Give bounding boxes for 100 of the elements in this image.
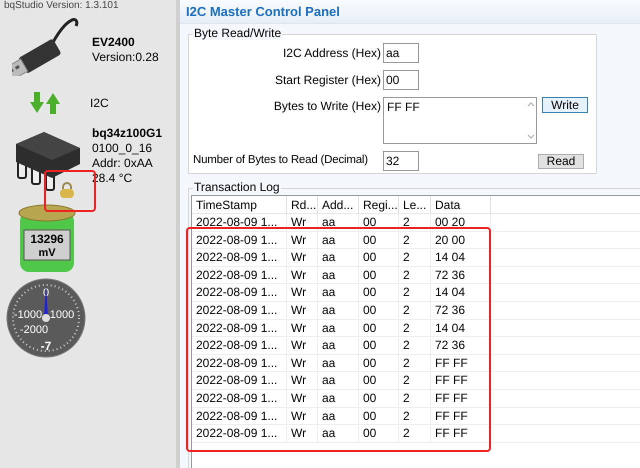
table-cell: 2022-08-09 1... — [192, 266, 287, 284]
table-cell: aa — [318, 372, 359, 389]
table-cell: 2 — [399, 320, 431, 336]
table-cell: 2 — [399, 354, 431, 372]
column-header[interactable]: Data — [431, 196, 491, 213]
table-cell: 72 36 — [431, 266, 491, 284]
table-cell: 2 — [399, 249, 431, 266]
table-cell: aa — [318, 425, 359, 442]
table-cell: 2 — [399, 372, 431, 389]
table-cell: 2022-08-09 1... — [192, 390, 287, 407]
table-cell: aa — [318, 284, 359, 301]
table-cell: 00 — [359, 284, 399, 301]
column-header[interactable]: Rd... — [287, 196, 318, 213]
table-cell: aa — [318, 249, 359, 266]
table-cell: FF FF — [431, 372, 491, 389]
table-cell: aa — [318, 232, 359, 248]
table-cell: Wr — [287, 425, 318, 442]
text-field[interactable]: aa — [383, 43, 419, 63]
table-cell: 2 — [399, 408, 431, 424]
group-title: Transaction Log — [193, 180, 281, 194]
adapter-version: Version:0.28 — [92, 50, 159, 65]
table-cell: 2022-08-09 1... — [192, 337, 287, 354]
table-cell: 00 — [359, 408, 399, 424]
table-cell: 72 36 — [431, 302, 491, 319]
table-cell: FF FF — [431, 390, 491, 407]
table-cell: Wr — [287, 232, 318, 248]
table-cell: 2022-08-09 1... — [192, 232, 287, 248]
table-cell: aa — [318, 337, 359, 354]
table-cell: FF FF — [431, 354, 491, 372]
transfer-arrows-icon — [30, 92, 60, 114]
table-cell: aa — [318, 408, 359, 424]
table-cell: 14 04 — [431, 249, 491, 266]
table-cell: 00 20 — [431, 214, 491, 231]
adapter-name: EV2400 — [92, 35, 136, 50]
table-cell: Wr — [287, 354, 318, 372]
table-cell: Wr — [287, 320, 318, 336]
table-cell: 00 — [359, 214, 399, 231]
table-cell: 00 — [359, 390, 399, 407]
table-cell: Wr — [287, 372, 318, 389]
table-cell: 2 — [399, 302, 431, 319]
table-cell: 00 — [359, 354, 399, 372]
table-cell: 00 — [359, 372, 399, 389]
table-cell: 14 04 — [431, 320, 491, 336]
table-cell: Wr — [287, 337, 318, 354]
table-cell: 72 36 — [431, 337, 491, 354]
current-gauge: 0 -1000 1000 -2000 -7 — [6, 278, 86, 358]
table-cell: Wr — [287, 214, 318, 231]
table-cell: 2 — [399, 214, 431, 231]
column-header[interactable]: Add... — [318, 196, 359, 213]
table-cell: 2022-08-09 1... — [192, 320, 287, 336]
device-name: bq34z100G1 — [92, 126, 162, 141]
table-cell: 2 — [399, 337, 431, 354]
table-cell: 2 — [399, 266, 431, 284]
table-cell: 00 — [359, 337, 399, 354]
bytes-text-area[interactable]: FF FF — [383, 97, 537, 144]
column-header[interactable]: Le... — [399, 196, 431, 213]
table-cell: Wr — [287, 408, 318, 424]
table-cell: 2022-08-09 1... — [192, 214, 287, 231]
table-cell: 20 00 — [431, 232, 491, 248]
table-cell: 00 — [359, 249, 399, 266]
table-cell: 2022-08-09 1... — [192, 408, 287, 424]
field-label: I2C Address (Hex) — [282, 45, 382, 62]
field-label: Bytes to Write (Hex) — [272, 98, 382, 115]
table-cell: 2 — [399, 390, 431, 407]
table-cell: aa — [318, 354, 359, 372]
table-cell: Wr — [287, 249, 318, 266]
table-cell: 00 — [359, 266, 399, 284]
table-cell: 2022-08-09 1... — [192, 249, 287, 266]
table-cell: 00 — [359, 232, 399, 248]
table-cell: 2 — [399, 232, 431, 248]
field-label: Number of Bytes to Read (Decimal) — [193, 153, 369, 168]
firmware-version: 0100_0_16 — [92, 141, 154, 156]
table-cell: 2022-08-09 1... — [192, 354, 287, 372]
table-cell: 2 — [399, 284, 431, 301]
table-cell: Wr — [287, 302, 318, 319]
table-cell: aa — [318, 266, 359, 284]
text-field[interactable]: 00 — [383, 70, 419, 90]
column-header[interactable]: TimeStamp — [192, 196, 287, 213]
version-label: bqStudio Version: 1.3.101 — [3, 0, 120, 12]
read-button[interactable]: Read — [538, 154, 584, 168]
field-label: Start Register (Hex) — [274, 72, 382, 89]
table-cell: 14 04 — [431, 284, 491, 301]
table-cell: FF FF — [431, 408, 491, 424]
column-header[interactable]: Regi... — [359, 196, 399, 213]
table-cell: aa — [318, 320, 359, 336]
table-cell: Wr — [287, 284, 318, 301]
panel-title: I2C Master Control Panel — [186, 2, 340, 21]
battery-gauge: 13296 mV — [18, 204, 76, 274]
device-address: Addr: 0xAA — [92, 156, 154, 171]
table-cell: Wr — [287, 266, 318, 284]
table-cell: aa — [318, 302, 359, 319]
group-title: Byte Read/Write — [193, 26, 282, 40]
table-cell: 00 — [359, 302, 399, 319]
text-field[interactable]: 32 — [383, 151, 419, 171]
table-cell: 2 — [399, 425, 431, 442]
table-cell: 2022-08-09 1... — [192, 302, 287, 319]
table-cell: Wr — [287, 390, 318, 407]
bus-label: I2C — [90, 95, 109, 112]
write-button[interactable]: Write — [542, 97, 588, 113]
table-cell: FF FF — [431, 425, 491, 442]
